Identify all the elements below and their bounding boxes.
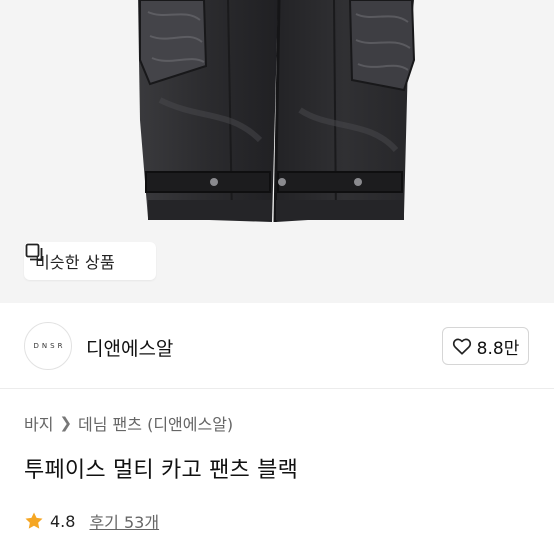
brand-row[interactable]: DNSR 디앤에스알 8.8만 [0, 303, 554, 389]
product-title: 투페이스 멀티 카고 팬츠 블랙 [24, 458, 299, 483]
brand-logo[interactable]: DNSR [24, 322, 72, 370]
reviews-link[interactable]: 후기 53개 [89, 509, 159, 533]
product-image[interactable]: 비슷한 상품 [0, 0, 554, 303]
heart-icon [452, 338, 471, 355]
similar-items-label: 비슷한 상품 [35, 253, 115, 272]
breadcrumb-item-category[interactable]: 바지 [24, 411, 53, 435]
like-count: 8.8만 [476, 338, 520, 359]
rating-score: 4.8 [50, 511, 76, 531]
star-icon [25, 512, 43, 529]
breadcrumb-item-subcategory[interactable]: 데님 팬츠 (디앤에스알) [78, 411, 233, 435]
breadcrumb: 바지 ❯ 데님 팬츠 (디앤에스알) [24, 411, 233, 435]
chevron-right-icon: ❯ [59, 414, 73, 432]
copy-icon [25, 243, 43, 261]
brand-name[interactable]: 디앤에스알 [86, 334, 173, 361]
similar-items-button[interactable]: 비슷한 상품 [24, 242, 156, 280]
like-button[interactable]: 8.8만 [442, 327, 529, 365]
rating-row: 4.8 후기 53개 [24, 509, 159, 533]
